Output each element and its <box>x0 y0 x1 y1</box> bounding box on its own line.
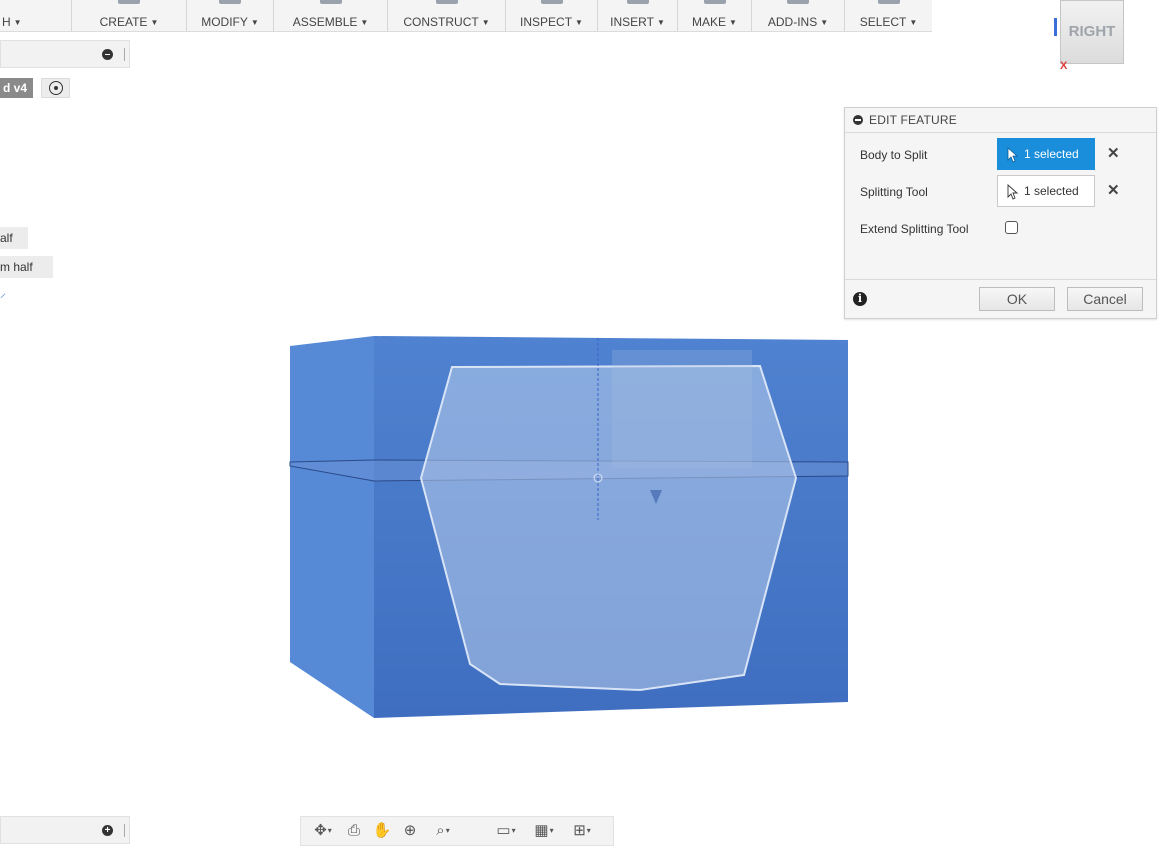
body-to-split-selector[interactable]: 1 selected <box>997 138 1095 170</box>
cursor-icon <box>1007 184 1019 200</box>
cancel-button[interactable]: Cancel <box>1067 287 1143 311</box>
chevron-down-icon: ▾ <box>586 826 591 835</box>
selection-count: 1 selected <box>1024 184 1079 198</box>
ok-button[interactable]: OK <box>979 287 1055 311</box>
chevron-down-icon: ▾ <box>445 826 450 835</box>
tool-highlight-block <box>612 350 752 468</box>
chevron-down-icon: ▾ <box>549 826 554 835</box>
clear-selection-icon[interactable]: ✕ <box>1107 146 1120 162</box>
orbit-icon[interactable]: ✥▾ <box>305 821 341 841</box>
zoom-window-glyph: ⌕ <box>436 822 445 839</box>
viewports-glyph: ⊞ <box>573 822 586 839</box>
edit-feature-dialog: EDIT FEATURE Body to Split 1 selected ✕ … <box>844 107 1157 319</box>
dialog-footer: i OK Cancel <box>845 279 1156 318</box>
grid-icon[interactable]: ▦▾ <box>527 821 561 841</box>
display-settings-icon[interactable]: ▭▾ <box>489 821 523 841</box>
navigation-bar: ✥▾ ⎙ ✋ ⊕ ⌕▾ ▭▾ ▦▾ ⊞▾ <box>300 816 614 846</box>
viewports-icon[interactable]: ⊞▾ <box>565 821 599 841</box>
dialog-title: EDIT FEATURE <box>869 113 957 127</box>
splitting-tool-label: Splitting Tool <box>860 185 928 199</box>
pan-hand-icon[interactable]: ✋ <box>371 821 393 841</box>
info-icon[interactable]: i <box>853 292 867 306</box>
zoom-window-icon[interactable]: ⌕▾ <box>425 821 461 841</box>
selection-count: 1 selected <box>1024 147 1079 161</box>
look-at-icon[interactable]: ⎙ <box>343 821 365 841</box>
extend-splitting-tool-label: Extend Splitting Tool <box>860 222 969 236</box>
cursor-icon <box>1007 147 1019 163</box>
grid-glyph: ▦ <box>534 822 549 839</box>
box-left-face[interactable] <box>290 336 374 718</box>
orbit-glyph: ✥ <box>314 822 327 839</box>
splitting-tool-selector[interactable]: 1 selected <box>997 175 1095 207</box>
zoom-icon[interactable]: ⊕ <box>399 821 421 841</box>
collapse-icon[interactable] <box>853 115 863 125</box>
clear-selection-icon[interactable]: ✕ <box>1107 183 1120 199</box>
body-to-split-label: Body to Split <box>860 148 928 162</box>
dialog-header: EDIT FEATURE <box>845 108 1156 133</box>
extend-splitting-tool-checkbox[interactable] <box>1005 221 1018 234</box>
chevron-down-icon: ▾ <box>327 826 332 835</box>
display-settings-glyph: ▭ <box>496 822 511 839</box>
chevron-down-icon: ▾ <box>511 826 516 835</box>
